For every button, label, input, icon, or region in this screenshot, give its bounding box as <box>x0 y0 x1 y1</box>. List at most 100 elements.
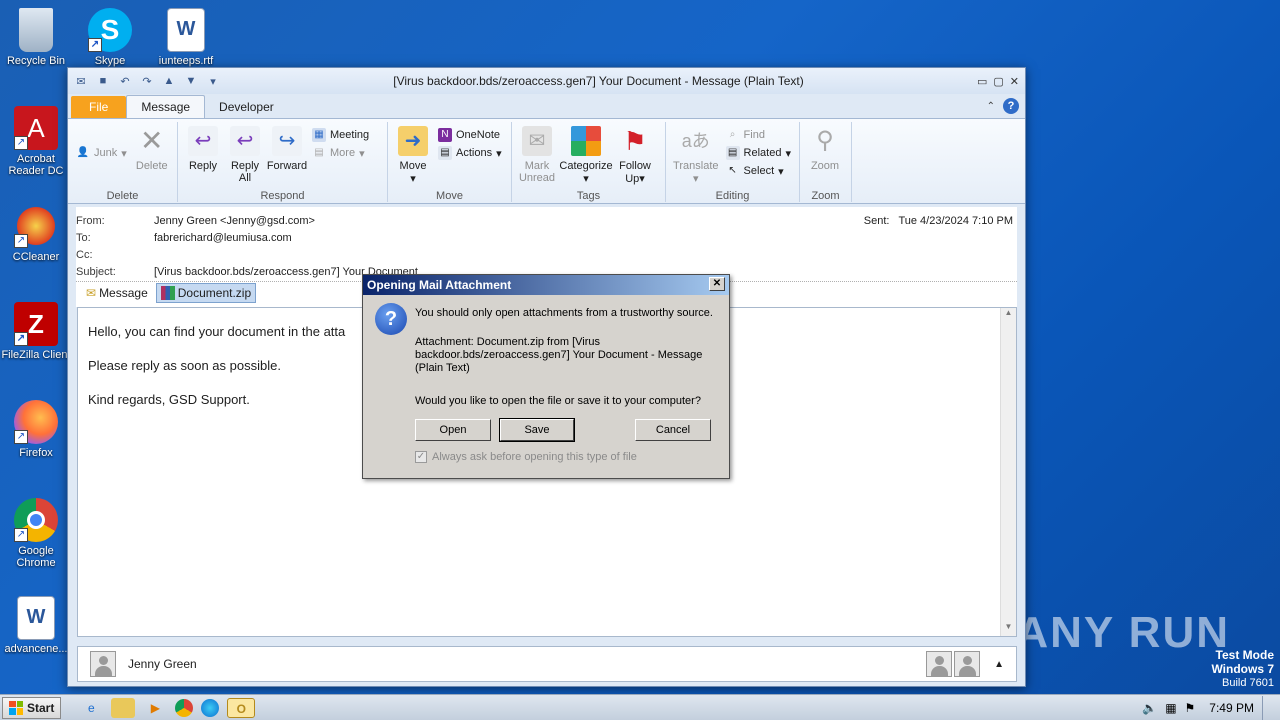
save-icon[interactable]: ■ <box>96 75 110 87</box>
related-label: Related <box>743 147 782 159</box>
desktop-icon-label: FileZilla Client <box>1 349 71 361</box>
sent-info: Sent: Tue 4/23/2024 7:10 PM <box>864 215 1013 227</box>
windows-flag-icon <box>9 700 23 715</box>
chrome-taskbar-icon[interactable] <box>175 698 194 717</box>
show-desktop-button[interactable] <box>1262 695 1272 720</box>
dialog-warning-text: You should only open attachments from a … <box>415 307 713 319</box>
envelope-icon: ✉ <box>76 75 86 88</box>
onenote-icon: N <box>438 128 452 142</box>
anyrun-watermark: ANY RUN <box>1016 608 1230 657</box>
minimize-icon[interactable]: ▭ <box>977 75 987 88</box>
delete-x-icon: ✕ <box>140 125 164 156</box>
file-explorer-icon[interactable] <box>111 697 136 718</box>
save-button[interactable]: Save <box>499 418 575 442</box>
desktop-icon-label: iunteeps.rtf <box>158 55 214 67</box>
to-value[interactable]: fabrerichard@leumiusa.com <box>154 232 292 244</box>
categorize-label: Categorize <box>559 160 613 172</box>
desktop-icon-firefox[interactable]: ↗ Firefox <box>0 400 72 459</box>
people-pane: Jenny Green ▲ <box>77 646 1017 682</box>
to-label: To: <box>76 232 91 244</box>
attachment-document-zip[interactable]: Document.zip <box>155 282 257 303</box>
outlook-taskbar-icon[interactable]: O <box>227 697 256 718</box>
reply-all-icon: ↩ <box>230 126 260 156</box>
reply-icon: ↩ <box>188 126 218 156</box>
avatar <box>90 651 116 677</box>
dialog-close-icon[interactable]: ✕ <box>709 277 725 291</box>
body-scrollbar[interactable]: ▲ ▼ <box>1000 308 1016 636</box>
clock[interactable]: 7:49 PM <box>1209 701 1254 715</box>
next-item-icon[interactable]: ▼ <box>184 75 198 87</box>
close-icon[interactable]: ✕ <box>1010 75 1019 88</box>
desktop-icon-skype[interactable]: S ↗ Skype <box>74 8 146 67</box>
redo-icon[interactable]: ↷ <box>140 75 154 88</box>
onenote-button[interactable]: N OneNote <box>438 128 502 142</box>
desktop-icon-chrome[interactable]: ↗ Google Chrome <box>0 498 72 569</box>
start-button[interactable]: Start <box>2 696 62 719</box>
tab-developer[interactable]: Developer <box>205 96 288 118</box>
desktop-icon-filezilla[interactable]: Z ↗ FileZilla Client <box>0 302 72 361</box>
follow-up-label-2: Up <box>625 173 640 185</box>
scroll-down-icon[interactable]: ▼ <box>1001 622 1016 636</box>
follow-up-label-1: Follow <box>619 160 651 172</box>
tab-message[interactable]: Message <box>126 95 206 118</box>
window-controls: ▭ ▢ ✕ <box>977 75 1019 88</box>
desktop-icon-rtf[interactable]: W iunteeps.rtf <box>150 8 222 67</box>
previous-item-icon[interactable]: ▲ <box>162 75 176 87</box>
find-button[interactable]: ⌕ Find <box>726 128 791 142</box>
translate-icon: aあ <box>681 131 710 151</box>
meeting-label: Meeting <box>330 129 370 141</box>
flag-icon[interactable]: ⚑ <box>1185 701 1196 715</box>
open-button[interactable]: Open <box>415 419 491 441</box>
undo-icon[interactable]: ↶ <box>118 75 132 88</box>
always-ask-checkbox[interactable]: ✓ <box>415 451 427 463</box>
from-value[interactable]: Jenny Green <Jenny@gsd.com> <box>154 215 315 227</box>
tab-file[interactable]: File <box>71 96 127 118</box>
subject-label: Subject: <box>76 266 116 278</box>
group-label-tags: Tags <box>576 190 601 202</box>
desktop-icon-acrobat[interactable]: A ↗ Acrobat Reader DC <box>0 106 72 177</box>
customize-toolbar-icon[interactable]: ▾ <box>206 75 220 88</box>
attachment-message-tab[interactable]: ✉ Message <box>82 284 152 302</box>
group-label-delete: Delete <box>106 190 139 202</box>
media-player-icon[interactable]: ▶ <box>143 698 167 718</box>
internet-explorer-icon[interactable]: e <box>79 698 103 718</box>
meeting-button[interactable]: ▦ Meeting <box>312 128 369 142</box>
system-tray: 🔈 ▦ ⚑ 7:49 PM <box>1134 695 1280 720</box>
actions-button[interactable]: ▤ Actions ▾ <box>438 146 502 160</box>
related-icon: ▤ <box>725 146 740 160</box>
test-mode-line1: Test Mode <box>1215 648 1274 662</box>
help-icon[interactable]: ? <box>1003 98 1019 114</box>
ribbon-tabs: File Message Developer ⌃ ? <box>68 94 1025 118</box>
desktop-icon-advancene[interactable]: W advancene... <box>0 596 72 655</box>
forward-icon: ↪ <box>272 126 302 156</box>
reply-all-label-2: All <box>238 172 252 184</box>
recycle-bin-icon <box>19 8 53 52</box>
select-button[interactable]: ↖ Select ▾ <box>726 164 791 178</box>
scroll-up-icon[interactable]: ▲ <box>1001 308 1016 322</box>
attachment-info-line3: (Plain Text) <box>415 362 470 374</box>
more-button[interactable]: ▤ More ▾ <box>312 146 369 160</box>
attachment-file-label: Document.zip <box>177 285 252 300</box>
related-button[interactable]: ▤ Related ▾ <box>725 146 791 160</box>
forward-label: Forward <box>266 160 308 172</box>
ribbon-group-move: ➜ Move ▾ N OneNote ▤ Actions ▾ Move <box>388 122 512 202</box>
junk-button[interactable]: 👤 Junk ▾ <box>76 146 127 160</box>
desktop-icon-ccleaner[interactable]: ↗ CCleaner <box>0 204 72 263</box>
avatar <box>954 651 981 677</box>
maximize-icon[interactable]: ▢ <box>993 75 1003 88</box>
sent-value: Tue 4/23/2024 7:10 PM <box>898 215 1013 227</box>
people-pane-name[interactable]: Jenny Green <box>128 657 197 671</box>
cancel-button[interactable]: Cancel <box>635 419 711 441</box>
opening-mail-attachment-dialog: Opening Mail Attachment ✕ ? You should o… <box>362 274 730 479</box>
translate-label: Translate <box>673 160 719 172</box>
network-icon[interactable]: ▦ <box>1165 701 1176 715</box>
desktop-icon-label: Recycle Bin <box>6 55 66 67</box>
desktop-icon-label: Skype <box>94 55 126 67</box>
magnifier-icon: ⚲ <box>816 127 834 154</box>
minimize-ribbon-icon[interactable]: ⌃ <box>987 101 995 112</box>
speaker-icon[interactable]: 🔈 <box>1142 701 1157 715</box>
test-mode-text: Test Mode Windows 7 Build 7601 <box>1211 648 1274 690</box>
expand-people-pane-icon[interactable]: ▲ <box>994 659 1004 670</box>
edge-icon[interactable] <box>201 698 220 717</box>
desktop-icon-recycle-bin[interactable]: Recycle Bin <box>0 8 72 67</box>
